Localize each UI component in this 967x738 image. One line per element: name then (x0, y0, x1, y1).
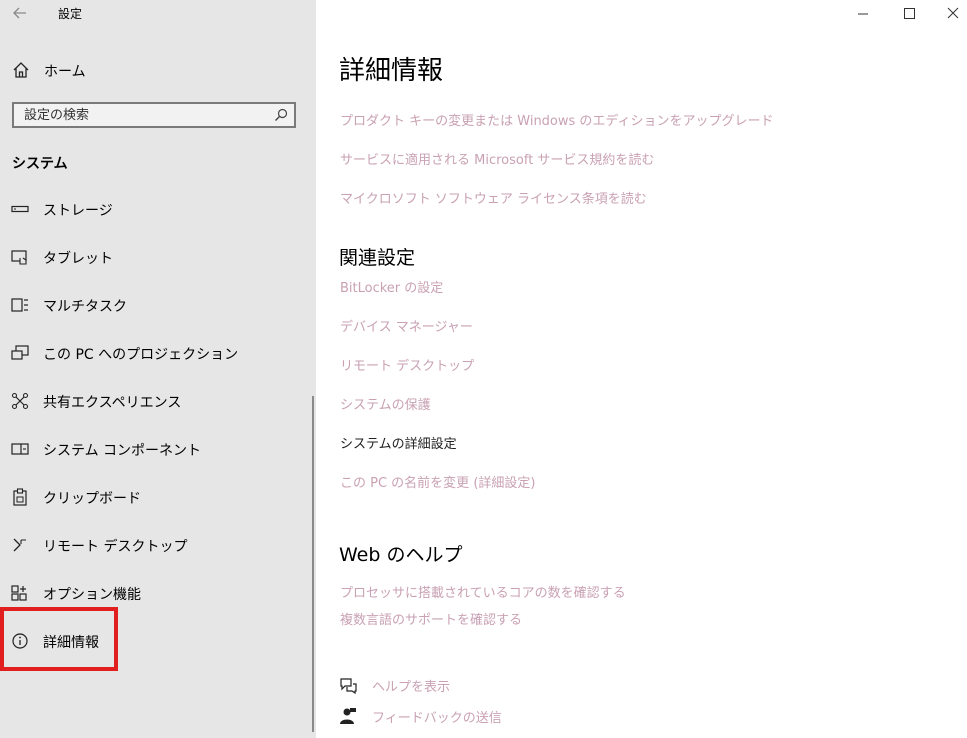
sidebar-item-about[interactable]: 詳細情報 (0, 621, 316, 661)
home-icon (13, 62, 29, 78)
shared-experience-icon (11, 392, 29, 410)
sidebar-item-label: 詳細情報 (43, 635, 99, 651)
app-title: 設定 (58, 7, 83, 21)
sidebar-item-label: ストレージ (43, 203, 113, 219)
minimize-button[interactable] (848, 2, 878, 24)
sidebar-item-label: 共有エクスペリエンス (43, 395, 182, 411)
sidebar-item-multitask[interactable]: マルチタスク (0, 285, 316, 325)
send-feedback-label: フィードバックの送信 (372, 711, 502, 726)
sidebar-item-shared-experience[interactable]: 共有エクスペリエンス (0, 381, 316, 421)
projection-icon (11, 345, 29, 360)
related-settings-heading: 関連設定 (339, 247, 416, 269)
sidebar-item-storage[interactable]: ストレージ (0, 189, 316, 229)
back-arrow-icon (13, 7, 26, 19)
link-license-terms[interactable]: マイクロソフト ソフトウェア ライセンス条項を読む (340, 188, 647, 207)
sidebar-item-home[interactable]: ホーム (0, 56, 316, 84)
clipboard-icon (13, 488, 27, 506)
link-language-support[interactable]: 複数言語のサポートを確認する (340, 609, 522, 628)
sidebar-item-optional-features[interactable]: オプション機能 (0, 573, 316, 613)
sidebar-item-label: クリップボード (43, 491, 141, 507)
sidebar-item-remote-desktop[interactable]: リモート デスクトップ (0, 525, 316, 565)
link-processor-cores[interactable]: プロセッサに搭載されているコアの数を確認する (340, 582, 626, 601)
send-feedback-link[interactable]: フィードバックの送信 (339, 705, 639, 727)
link-service-agreement[interactable]: サービスに適用される Microsoft サービス規約を読む (340, 149, 654, 168)
components-icon (11, 443, 29, 455)
maximize-icon (904, 8, 915, 19)
sidebar-item-label: システム コンポーネント (43, 443, 202, 459)
sidebar-item-tablet[interactable]: タブレット (0, 237, 316, 277)
sidebar-item-label: ホーム (44, 64, 86, 80)
storage-icon (11, 205, 29, 213)
page-title: 詳細情報 (339, 56, 444, 86)
sidebar-item-label: リモート デスクトップ (43, 539, 188, 555)
back-button[interactable] (8, 2, 32, 24)
get-help-label: ヘルプを表示 (372, 680, 451, 695)
remote-desktop-icon (13, 538, 26, 552)
close-button[interactable] (937, 2, 967, 24)
minimize-icon (858, 13, 868, 15)
search-box[interactable] (12, 102, 296, 128)
sidebar-item-label: オプション機能 (43, 587, 141, 603)
sidebar-item-label: この PC へのプロジェクション (43, 347, 239, 363)
search-input[interactable] (24, 106, 264, 124)
close-icon (947, 7, 959, 19)
sidebar-item-label: タブレット (43, 251, 113, 267)
web-help-heading: Web のヘルプ (339, 544, 463, 566)
optional-features-icon (11, 585, 27, 601)
sidebar-item-projection[interactable]: この PC へのプロジェクション (0, 333, 316, 373)
sidebar-item-system-components[interactable]: システム コンポーネント (0, 429, 316, 469)
get-help-link[interactable]: ヘルプを表示 (339, 674, 639, 696)
sidebar-item-clipboard[interactable]: クリップボード (0, 477, 316, 517)
help-chat-icon (340, 678, 357, 694)
info-icon (12, 633, 28, 649)
sidebar-item-label: マルチタスク (43, 299, 127, 315)
section-title: システム (12, 156, 68, 172)
link-advanced-system-settings[interactable]: システムの詳細設定 (340, 433, 457, 452)
link-bitlocker[interactable]: BitLocker の設定 (340, 277, 443, 296)
maximize-button[interactable] (894, 2, 924, 24)
link-product-key[interactable]: プロダクト キーの変更または Windows のエディションをアップグレード (340, 110, 774, 129)
link-rename-pc[interactable]: この PC の名前を変更 (詳細設定) (340, 472, 535, 491)
link-remote-desktop[interactable]: リモート デスクトップ (340, 355, 474, 374)
search-icon[interactable] (274, 108, 288, 122)
link-system-protection[interactable]: システムの保護 (340, 394, 431, 413)
multitask-icon (11, 298, 28, 312)
feedback-person-icon (340, 708, 356, 724)
sidebar: 設定 ホーム システム ストレージ タブレット (0, 0, 316, 738)
tablet-icon (11, 250, 27, 265)
link-device-manager[interactable]: デバイス マネージャー (340, 316, 473, 335)
sidebar-scrollbar[interactable] (312, 396, 314, 732)
